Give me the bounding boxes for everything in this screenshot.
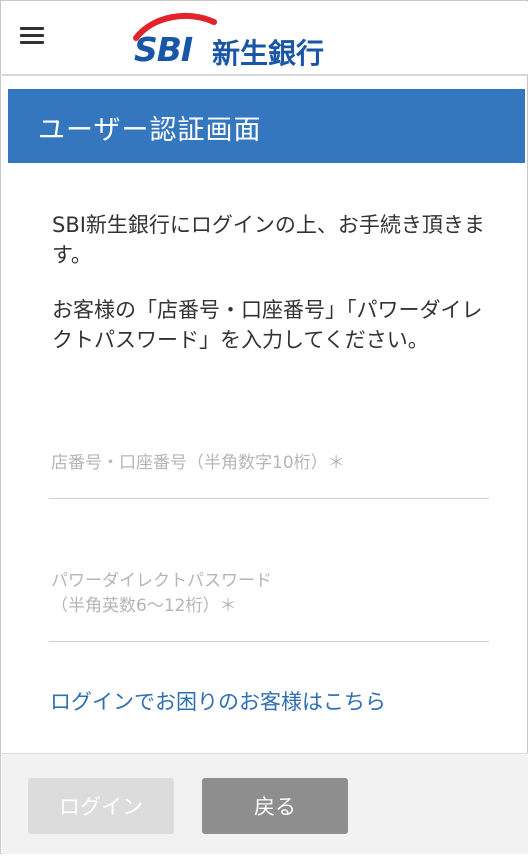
bank-logo: SBI 新生銀行 — [128, 12, 338, 70]
logo-sbi-mark: SBI — [134, 30, 193, 69]
intro-text-instructions: お客様の「店番号・口座番号」「パワーダイレクトパスワード」を入力してください。 — [52, 298, 483, 352]
password-label: パワーダイレクトパスワード （半角英数6〜12桁）＊ — [51, 569, 272, 619]
back-button[interactable]: 戻る — [202, 778, 348, 834]
password-label-line2: （半角英数6〜12桁）＊ — [51, 596, 237, 616]
password-label-line1: パワーダイレクトパスワード — [51, 571, 272, 591]
hamburger-menu-icon[interactable] — [20, 27, 48, 49]
intro-text-login: SBI新生銀行にログインの上、お手続き頂きます。 — [52, 213, 485, 267]
top-bar: SBI 新生銀行 — [2, 2, 528, 76]
logo-bank-name: 新生銀行 — [212, 37, 325, 70]
password-input[interactable]: パワーダイレクトパスワード （半角英数6〜12桁）＊ — [49, 561, 489, 642]
login-button[interactable]: ログイン — [28, 778, 174, 834]
account-number-input[interactable]: 店番号・口座番号（半角数字10桁）＊ — [49, 443, 489, 499]
button-bar: ログイン 戻る — [2, 753, 528, 854]
account-number-label-text: 店番号・口座番号（半角数字10桁）＊ — [51, 453, 345, 473]
phone-frame: SBI 新生銀行 ユーザー認証画面 SBI新生銀行にログインの上、お手続き頂きま… — [0, 0, 528, 854]
login-help-link[interactable]: ログインでお困りのお客様はこちら — [50, 686, 386, 716]
page-header: ユーザー認証画面 — [8, 89, 525, 163]
account-number-label: 店番号・口座番号（半角数字10桁）＊ — [51, 451, 345, 476]
login-form: SBI新生銀行にログインの上、お手続き頂きます。 お客様の「店番号・口座番号」「… — [8, 163, 525, 753]
page-title: ユーザー認証画面 — [38, 115, 262, 146]
